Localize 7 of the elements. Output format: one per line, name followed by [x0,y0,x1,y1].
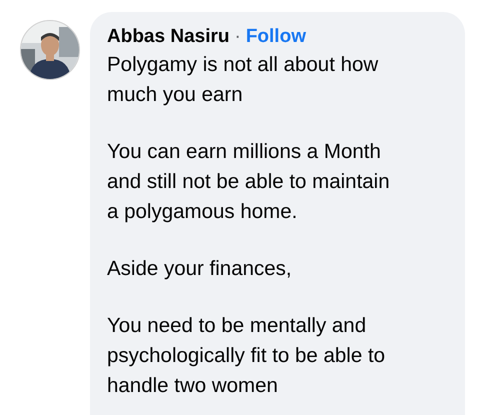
comment-paragraph: You can earn millions a Month and still not be able to maintain a polygamous home. [107,139,391,225]
comment-paragraph: Polygamy is not all about how much you earn [107,52,380,108]
follow-link[interactable]: Follow [246,26,306,48]
author-name[interactable]: Abbas Nasiru [107,26,230,48]
separator: · [234,26,241,48]
comment-paragraph: You need to be mentally and psychologically fit to be able to handle two women [107,313,386,399]
comment-paragraph: Aside your finances, [107,256,293,282]
